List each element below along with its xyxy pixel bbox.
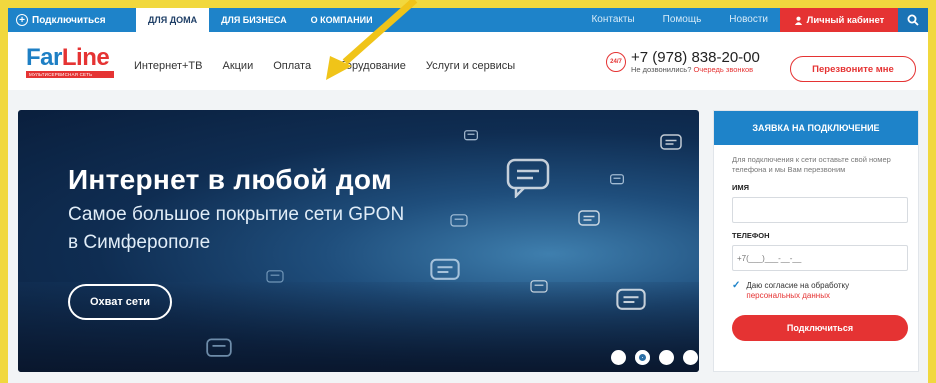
annotation-arrow-icon [326,0,418,80]
